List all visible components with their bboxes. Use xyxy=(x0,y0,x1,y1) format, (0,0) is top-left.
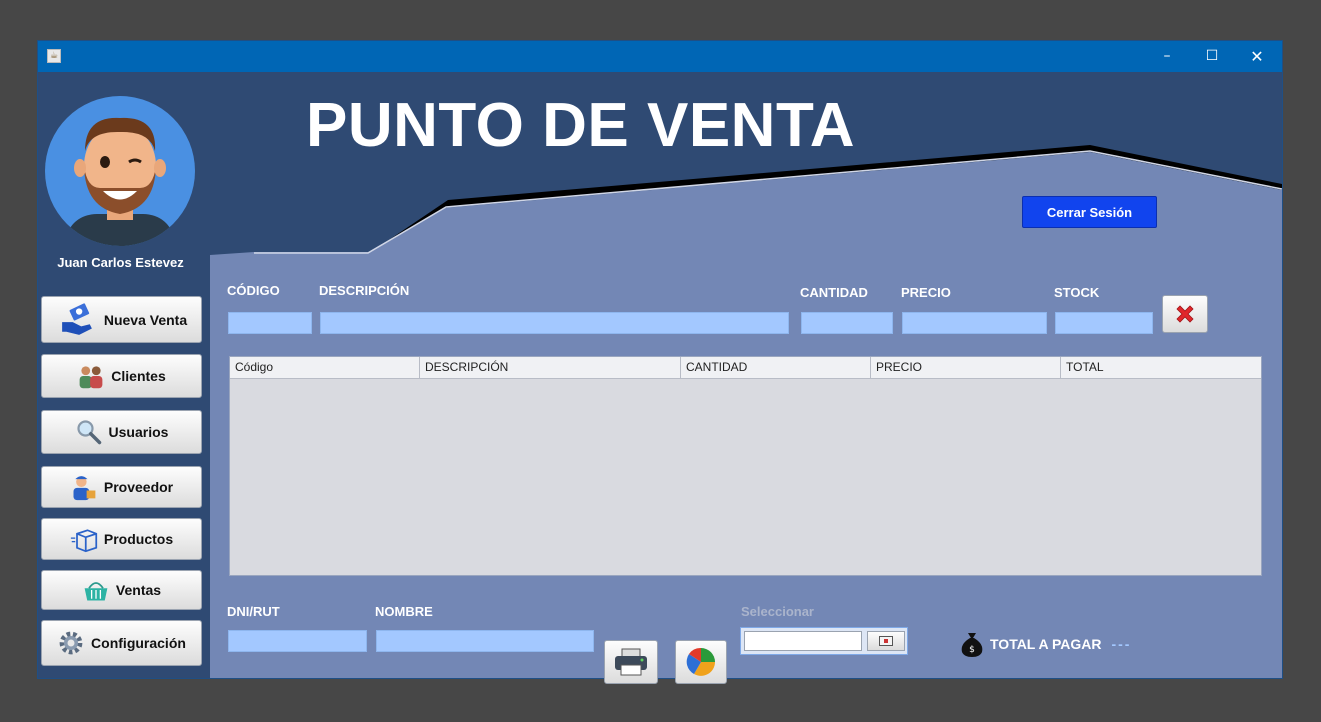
minimize-button[interactable]: – xyxy=(1144,41,1190,72)
stock-label: STOCK xyxy=(1054,285,1100,300)
sidebar-item-label: Usuarios xyxy=(108,424,169,440)
column-header-total[interactable]: TOTAL xyxy=(1061,357,1261,378)
red-x-icon xyxy=(1176,305,1194,323)
close-button[interactable]: ✕ xyxy=(1234,41,1280,72)
sidebar-item-label: Clientes xyxy=(111,368,166,384)
description-input[interactable] xyxy=(320,312,789,334)
sidebar-item-label: Nueva Venta xyxy=(103,311,188,328)
sidebar-item-label: Ventas xyxy=(115,582,162,598)
app-window: ☕ – ☐ ✕ Juan Carlos Estevez PUNTO DE VEN… xyxy=(38,41,1282,684)
name-input[interactable] xyxy=(376,630,594,652)
stock-input[interactable] xyxy=(1055,312,1153,334)
date-chooser[interactable] xyxy=(740,627,908,655)
price-label: PRECIO xyxy=(901,285,951,300)
table-header: Código DESCRIPCIÓN CANTIDAD PRECIO TOTAL xyxy=(230,357,1261,379)
total-label: TOTAL A PAGAR xyxy=(990,636,1102,652)
sidebar-item-productos[interactable]: Productos xyxy=(41,518,202,560)
column-header-descripcion[interactable]: DESCRIPCIÓN xyxy=(420,357,681,378)
money-bag-icon: $ xyxy=(961,633,983,657)
print-button[interactable] xyxy=(604,640,658,684)
code-input[interactable] xyxy=(228,312,312,334)
java-app-icon: ☕ xyxy=(47,49,61,63)
sidebar-item-label: Productos xyxy=(103,531,174,547)
report-button[interactable] xyxy=(675,640,727,684)
maximize-button[interactable]: ☐ xyxy=(1189,41,1235,72)
delete-button[interactable] xyxy=(1162,295,1208,333)
sidebar-item-label: Configuración xyxy=(91,635,186,651)
column-header-precio[interactable]: PRECIO xyxy=(871,357,1061,378)
column-header-codigo[interactable]: Código xyxy=(230,357,420,378)
title-bar[interactable]: ☕ – ☐ ✕ xyxy=(38,41,1282,72)
date-input[interactable] xyxy=(744,631,862,651)
price-input[interactable] xyxy=(902,312,1047,334)
calendar-icon xyxy=(879,636,893,646)
delivery-man-icon xyxy=(73,476,96,501)
date-select-label: Seleccionar xyxy=(741,604,814,619)
shopping-basket-icon xyxy=(84,582,108,601)
gear-icon xyxy=(59,631,83,655)
page-title: PUNTO DE VENTA xyxy=(306,91,855,160)
column-header-cantidad[interactable]: CANTIDAD xyxy=(681,357,871,378)
quantity-input[interactable] xyxy=(801,312,893,334)
sidebar-item-ventas[interactable]: Ventas xyxy=(41,570,202,610)
sidebar-item-clientes[interactable]: Clientes xyxy=(41,354,202,398)
calendar-button[interactable] xyxy=(867,631,905,651)
sidebar-item-configuracion[interactable]: Configuración xyxy=(41,620,202,666)
box-icon xyxy=(70,529,97,553)
main-area: Juan Carlos Estevez PUNTO DE VENTA Cerra… xyxy=(38,72,1282,684)
people-icon xyxy=(79,366,103,389)
name-label: NOMBRE xyxy=(375,604,433,619)
dni-label: DNI/RUT xyxy=(227,604,280,619)
sidebar-item-label: Proveedor xyxy=(103,479,174,495)
money-hand-icon xyxy=(61,302,92,335)
dni-input[interactable] xyxy=(228,630,367,652)
sidebar-item-usuarios[interactable]: Usuarios xyxy=(41,410,202,454)
magnifier-icon xyxy=(76,420,101,445)
user-avatar xyxy=(45,96,195,246)
sidebar-item-nueva-venta[interactable]: Nueva Venta xyxy=(41,296,202,343)
total-section: $ TOTAL A PAGAR --- xyxy=(958,630,1131,658)
printer-icon xyxy=(615,648,647,676)
sales-table[interactable]: Código DESCRIPCIÓN CANTIDAD PRECIO TOTAL xyxy=(229,356,1262,576)
svg-text:$: $ xyxy=(969,645,975,655)
logout-button[interactable]: Cerrar Sesión xyxy=(1022,196,1157,228)
quantity-label: CANTIDAD xyxy=(800,285,868,300)
description-label: DESCRIPCIÓN xyxy=(319,283,410,298)
sidebar-item-proveedor[interactable]: Proveedor xyxy=(41,466,202,508)
code-label: CÓDIGO xyxy=(227,283,280,298)
total-value: --- xyxy=(1111,636,1132,652)
user-name: Juan Carlos Estevez xyxy=(57,255,184,270)
pie-chart-icon xyxy=(686,647,715,676)
